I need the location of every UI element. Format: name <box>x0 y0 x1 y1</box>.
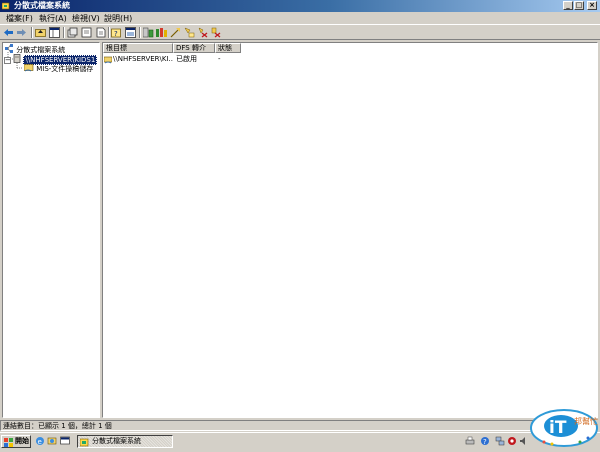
toolbar-separator <box>31 27 33 38</box>
menu-help[interactable]: 說明(H) <box>102 13 134 24</box>
export-list-icon[interactable] <box>95 27 106 38</box>
svg-text:?: ? <box>483 438 487 446</box>
filter-icon[interactable] <box>184 27 195 38</box>
collapse-expander[interactable]: − <box>4 57 11 64</box>
ie-icon[interactable]: e <box>35 436 45 448</box>
menu-bar: 檔案(F) 執行(A) 檢視(V) 說明(H) <box>0 12 600 24</box>
dfs-task-icon <box>80 438 89 447</box>
svg-text:e: e <box>38 438 42 446</box>
security-icon[interactable] <box>507 436 517 448</box>
up-folder-icon[interactable] <box>35 27 46 38</box>
quick-launch-icon[interactable] <box>60 436 70 448</box>
cell-root-target: \\NHFSERVER\KI... <box>113 55 173 63</box>
remove-icon[interactable] <box>211 27 222 38</box>
start-button[interactable]: 開始 <box>1 435 31 448</box>
root-target-icon <box>104 54 112 64</box>
menu-file[interactable]: 檔案(F) <box>4 13 35 24</box>
toolbar: ? <box>0 24 600 40</box>
check-status-icon[interactable] <box>170 27 181 38</box>
new-window-icon[interactable] <box>81 27 92 38</box>
shared-folder-icon <box>23 64 34 72</box>
column-header-dfs-referral[interactable]: DFS 轉介 <box>173 43 215 53</box>
windows-flag-icon <box>4 438 13 447</box>
toolbar-separator <box>139 27 141 38</box>
properties-icon[interactable] <box>67 27 78 38</box>
minimize-button[interactable]: _ <box>563 1 573 10</box>
watermark-sub-text: 邦幫忙 <box>574 416 598 426</box>
toolbar-separator <box>108 27 110 38</box>
cell-dfs-referral: 已啟用 <box>176 55 197 63</box>
tree-link-label: MIS-文件操稿儲存 <box>36 65 94 73</box>
tree-pane[interactable]: 分散式檔案系統 − \\NHFSERVER\KIDS1 MIS-文件操稿儲存 <box>2 42 100 418</box>
start-label: 開始 <box>15 437 29 445</box>
cell-status: - <box>218 55 221 63</box>
list-pane[interactable]: 根目標 DFS 轉介 狀態 \\NHFSERVER\KI... 已啟用 - <box>102 42 598 418</box>
taskbar-task-dfs[interactable]: 分散式檔案系統 <box>77 435 173 448</box>
status-bar: 連結數目：已顯示 1 個，總計 1 個 <box>0 420 600 432</box>
printer-icon[interactable] <box>465 436 475 448</box>
dfs-app-icon <box>1 2 10 10</box>
help-icon[interactable]: ? <box>480 436 490 448</box>
tree-item-link[interactable]: MIS-文件操稿儲存 <box>23 63 94 73</box>
maximize-button[interactable]: □ <box>574 1 584 10</box>
ithome-watermark-logo: iT 邦幫忙 <box>528 400 600 450</box>
forward-arrow-icon[interactable] <box>16 27 27 38</box>
task-label: 分散式檔案系統 <box>92 437 141 445</box>
server-icon <box>13 54 21 63</box>
menu-action[interactable]: 執行(A) <box>37 13 69 24</box>
column-header-root-target[interactable]: 根目標 <box>103 43 173 53</box>
svg-text:?: ? <box>114 30 118 38</box>
column-header-status[interactable]: 狀態 <box>215 43 241 53</box>
taskbar: 開始 e 分散式檔案系統 ? <box>0 432 600 450</box>
window-title: 分散式檔案系統 <box>14 1 70 10</box>
title-bar[interactable]: 分散式檔案系統 _ □ × <box>0 0 600 12</box>
watermark-main-text: iT <box>549 418 567 438</box>
tree-item-dfs-root[interactable]: 分散式檔案系統 <box>5 44 65 54</box>
back-arrow-icon[interactable] <box>3 27 14 38</box>
help-icon[interactable]: ? <box>111 27 122 38</box>
show-hide-tree-icon[interactable] <box>49 27 60 38</box>
tree-root-label: 分散式檔案系統 <box>16 46 66 54</box>
network-icon[interactable] <box>495 436 505 448</box>
new-window-icon[interactable] <box>125 27 136 38</box>
remove-icon[interactable] <box>197 27 208 38</box>
close-button[interactable]: × <box>587 1 597 10</box>
status-text: 連結數目：已顯示 1 個，總計 1 個 <box>0 420 560 431</box>
menu-view[interactable]: 檢視(V) <box>70 13 102 24</box>
new-link-icon[interactable] <box>156 27 167 38</box>
toolbar-separator <box>63 27 65 38</box>
explorer-icon[interactable] <box>47 436 57 448</box>
dfs-root-icon <box>5 44 13 53</box>
new-root-icon[interactable] <box>143 27 154 38</box>
